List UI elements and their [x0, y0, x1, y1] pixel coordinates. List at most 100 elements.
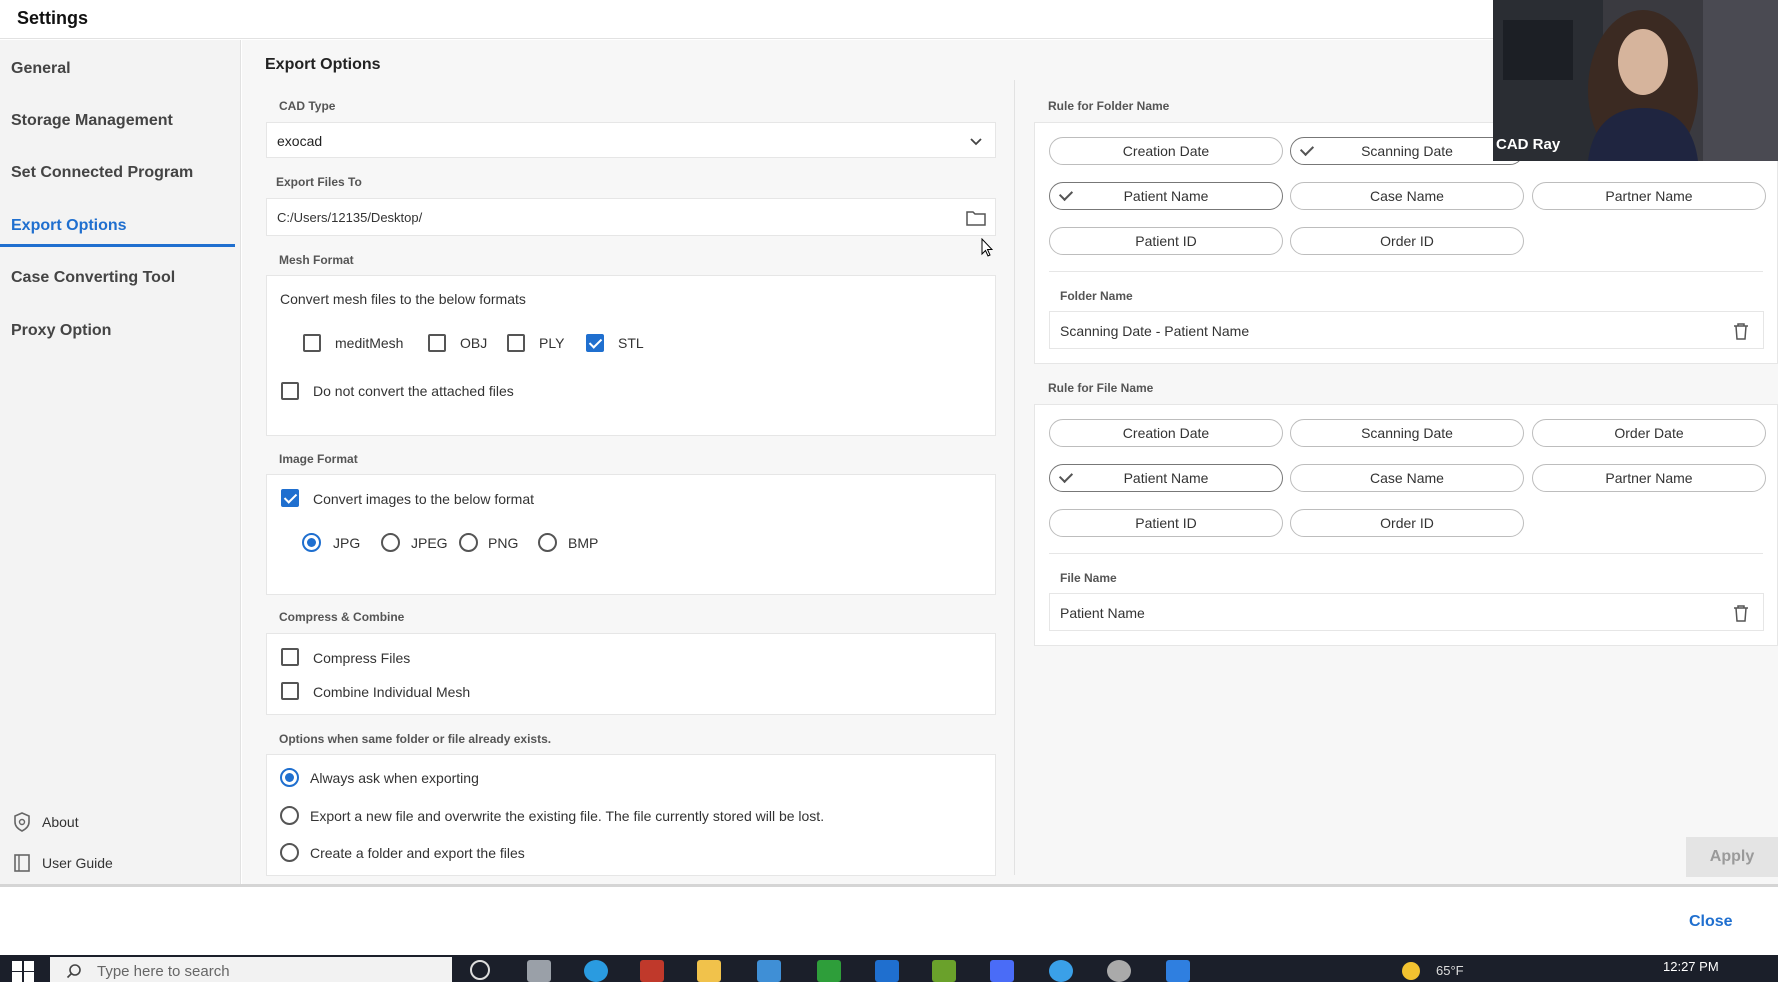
mail-icon[interactable]: [757, 960, 781, 982]
about-label: About: [42, 814, 79, 830]
file-rule-label: Rule for File Name: [1048, 381, 1154, 395]
window-title: Settings: [17, 8, 89, 28]
checkbox-stl[interactable]: [586, 334, 604, 352]
file-chip-order-date[interactable]: Order Date: [1532, 419, 1766, 447]
sidebar-item-proxy-option[interactable]: Proxy Option: [11, 322, 111, 340]
chip-label: Order Date: [1614, 425, 1684, 441]
checkbox-do-not-convert[interactable]: [281, 382, 299, 400]
search-placeholder: Type here to search: [97, 963, 230, 980]
chip-label: Scanning Date: [1361, 425, 1453, 441]
file-chip-partner-name[interactable]: Partner Name: [1532, 464, 1766, 492]
checkbox-combine-mesh[interactable]: [281, 682, 299, 700]
cortana-icon[interactable]: [470, 960, 490, 980]
settings-gear-icon[interactable]: [1107, 960, 1131, 982]
radio-jpg[interactable]: [302, 533, 321, 552]
active-nav-indicator: [0, 244, 235, 247]
trash-icon[interactable]: [1733, 604, 1749, 622]
checkbox-convert-images[interactable]: [281, 489, 299, 507]
file-explorer-icon[interactable]: [697, 960, 721, 982]
sidebar-item-export-options[interactable]: Export Options: [11, 217, 127, 235]
radio-always-ask[interactable]: [280, 768, 299, 787]
file-chip-order-id[interactable]: Order ID: [1290, 509, 1524, 537]
medit-app-icon[interactable]: [1166, 960, 1190, 982]
sidebar-item-storage-management[interactable]: Storage Management: [11, 112, 173, 130]
file-chip-scanning-date[interactable]: Scanning Date: [1290, 419, 1524, 447]
radio-png[interactable]: [459, 533, 478, 552]
about-link[interactable]: About: [12, 812, 79, 832]
close-button[interactable]: Close: [1689, 913, 1733, 931]
panel-divider: [1014, 80, 1015, 875]
folder-chip-order-id[interactable]: Order ID: [1290, 227, 1524, 255]
file-chip-patient-id[interactable]: Patient ID: [1049, 509, 1283, 537]
checkbox-compress-files[interactable]: [281, 648, 299, 666]
export-path-value: C:/Users/12135/Desktop/: [277, 210, 423, 225]
taskbar: Type here to search 65°F 12:27 PM: [0, 955, 1778, 982]
trash-icon[interactable]: [1733, 322, 1749, 340]
checkbox-obj[interactable]: [428, 334, 446, 352]
file-chip-creation-date[interactable]: Creation Date: [1049, 419, 1283, 447]
file-chip-case-name[interactable]: Case Name: [1290, 464, 1524, 492]
folder-chip-scanning-date[interactable]: Scanning Date: [1290, 137, 1524, 165]
mesh-format-label: Mesh Format: [279, 253, 354, 267]
teamviewer-icon[interactable]: [1049, 960, 1073, 982]
cad-type-select[interactable]: exocad: [266, 122, 996, 158]
taskbar-search[interactable]: Type here to search: [50, 957, 452, 982]
folder-icon[interactable]: [965, 208, 987, 228]
chip-label: Order ID: [1380, 515, 1434, 531]
file-chip-patient-name[interactable]: Patient Name: [1049, 464, 1283, 492]
export-path-field[interactable]: C:/Users/12135/Desktop/: [266, 198, 996, 236]
chip-label: Case Name: [1370, 188, 1444, 204]
create-folder-label: Create a folder and export the files: [310, 845, 525, 861]
cad-type-label: CAD Type: [279, 99, 336, 113]
task-view-icon[interactable]: [527, 960, 551, 982]
weather-temp: 65°F: [1436, 963, 1464, 978]
stl-label: STL: [618, 335, 644, 351]
file-name-field[interactable]: Patient Name: [1049, 593, 1764, 631]
xbox-icon[interactable]: [817, 960, 841, 982]
user-guide-link[interactable]: User Guide: [12, 853, 113, 873]
folder-chip-case-name[interactable]: Case Name: [1290, 182, 1524, 210]
radio-bmp[interactable]: [538, 533, 557, 552]
chip-label: Patient Name: [1123, 470, 1209, 486]
divider: [1049, 553, 1763, 554]
compress-combine-panel: [266, 633, 996, 715]
app-icon[interactable]: [640, 960, 664, 982]
chip-label: Patient ID: [1135, 515, 1197, 531]
folder-chip-partner-name[interactable]: Partner Name: [1532, 182, 1766, 210]
zoom-icon[interactable]: [990, 960, 1014, 982]
compress-files-label: Compress Files: [313, 650, 411, 666]
folder-chip-patient-name[interactable]: Patient Name: [1049, 182, 1283, 210]
book-icon: [14, 854, 30, 872]
checkbox-meditmesh[interactable]: [303, 334, 321, 352]
mouse-cursor-icon: [981, 238, 993, 257]
sidebar-item-set-connected-program[interactable]: Set Connected Program: [11, 164, 193, 182]
user-guide-label: User Guide: [42, 855, 113, 871]
nvidia-icon[interactable]: [932, 960, 956, 982]
checkbox-ply[interactable]: [507, 334, 525, 352]
file-name-label: File Name: [1060, 571, 1117, 585]
folder-chip-patient-id[interactable]: Patient ID: [1049, 227, 1283, 255]
folder-chip-creation-date[interactable]: Creation Date: [1049, 137, 1283, 165]
radio-overwrite[interactable]: [280, 806, 299, 825]
folder-name-field[interactable]: Scanning Date - Patient Name: [1049, 311, 1764, 349]
radio-jpeg[interactable]: [381, 533, 400, 552]
folder-rule-label: Rule for Folder Name: [1048, 99, 1170, 113]
shield-info-icon: [14, 812, 30, 832]
weather-sun-icon: [1402, 962, 1420, 980]
outlook-icon[interactable]: [875, 960, 899, 982]
edge-browser-icon[interactable]: [584, 960, 608, 982]
sidebar-item-general[interactable]: General: [11, 60, 71, 78]
chip-label: Order ID: [1380, 233, 1434, 249]
windows-start-icon[interactable]: [12, 961, 34, 982]
radio-create-folder[interactable]: [280, 843, 299, 862]
sidebar-item-case-converting-tool[interactable]: Case Converting Tool: [11, 269, 175, 287]
chevron-down-icon: [970, 138, 982, 146]
image-format-label: Image Format: [279, 452, 358, 466]
cad-type-value: exocad: [277, 133, 323, 149]
divider: [1049, 271, 1763, 272]
chip-label: Patient Name: [1123, 188, 1209, 204]
overwrite-label: Export a new file and overwrite the exis…: [310, 808, 825, 824]
obj-label: OBJ: [460, 335, 488, 351]
apply-button[interactable]: Apply: [1686, 837, 1778, 877]
chip-label: Creation Date: [1122, 143, 1210, 159]
